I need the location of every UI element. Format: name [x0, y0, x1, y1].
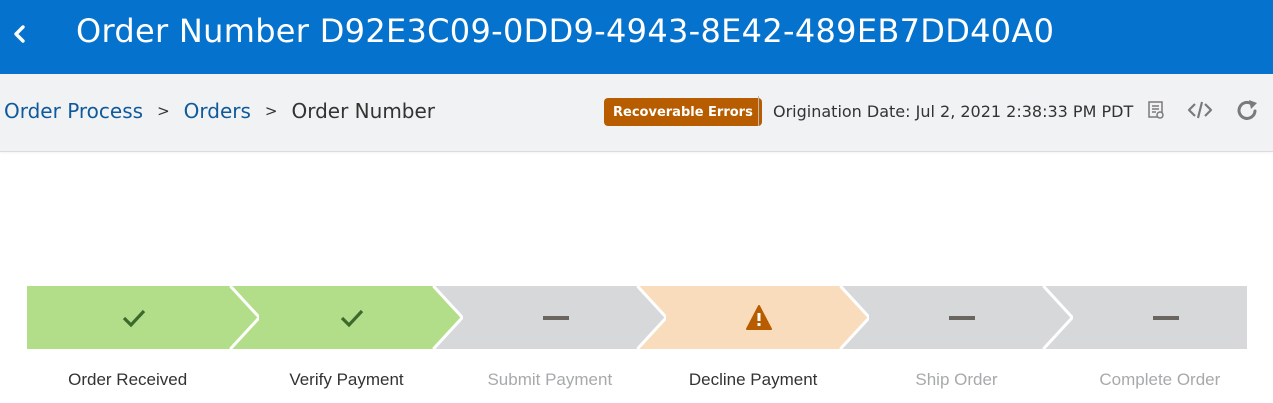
dash-icon	[949, 315, 976, 320]
breadcrumb-orders[interactable]: Orders	[184, 99, 251, 123]
origination-date: Origination Date: Jul 2, 2021 2:38:33 PM…	[773, 102, 1134, 121]
step-labels: Order Received Verify Payment Submit Payme…	[27, 370, 1247, 394]
checkmark-icon	[122, 309, 145, 327]
divider	[758, 96, 759, 126]
breadcrumb-order-process[interactable]: Order Process	[4, 99, 143, 123]
page-title: Order Number D92E3C09-0DD9-4943-8E42-489…	[76, 12, 1055, 50]
code-icon	[1187, 101, 1213, 119]
step-ship-order[interactable]	[840, 286, 1073, 349]
step-label: Order Received	[68, 370, 188, 389]
chevron-left-icon	[14, 25, 25, 43]
refresh-icon	[1237, 100, 1257, 120]
step-label: Ship Order	[915, 370, 998, 389]
breadcrumb-current: Order Number	[291, 99, 436, 123]
step-submit-payment[interactable]	[433, 286, 666, 349]
checkmark-icon	[341, 309, 364, 327]
step-label: Submit Payment	[487, 370, 613, 389]
step-label: Decline Payment	[688, 370, 818, 389]
step-order-received[interactable]	[27, 286, 260, 349]
dash-icon	[1152, 315, 1179, 320]
process-stepper	[27, 286, 1247, 349]
context-bar: Order Process > Orders > Order Number Re…	[0, 74, 1273, 152]
step-complete-order[interactable]	[1043, 286, 1247, 349]
breadcrumb-separator: >	[264, 102, 278, 120]
step-label: Verify Payment	[289, 370, 404, 389]
warning-triangle-icon	[746, 304, 773, 330]
step-verify-payment[interactable]	[230, 286, 463, 349]
breadcrumb: Order Process > Orders > Order Number	[4, 99, 435, 123]
dash-icon	[542, 315, 569, 320]
details-icon	[1148, 101, 1164, 119]
details-button[interactable]	[1143, 97, 1169, 123]
code-button[interactable]	[1187, 97, 1213, 123]
step-label: Complete Order	[1099, 370, 1221, 389]
step-decline-payment[interactable]	[637, 286, 870, 349]
app-header: Order Number D92E3C09-0DD9-4943-8E42-489…	[0, 0, 1273, 74]
back-button[interactable]	[8, 18, 32, 50]
refresh-button[interactable]	[1235, 97, 1261, 123]
breadcrumb-separator: >	[157, 102, 170, 120]
status-badge: Recoverable Errors	[604, 98, 762, 126]
